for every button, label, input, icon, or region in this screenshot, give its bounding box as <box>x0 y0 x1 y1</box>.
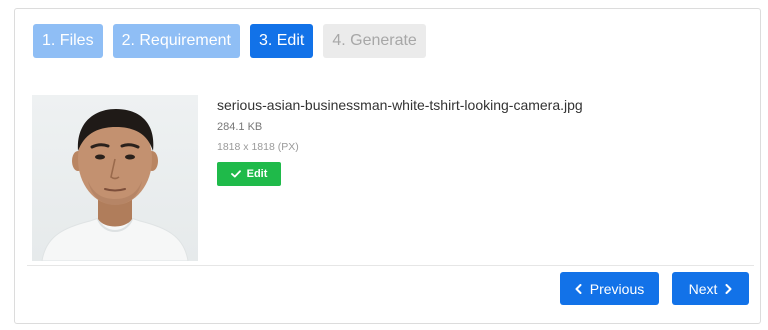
file-info: serious-asian-businessman-white-tshirt-l… <box>217 97 583 186</box>
step-requirement[interactable]: 2. Requirement <box>112 24 240 58</box>
check-icon <box>230 170 241 178</box>
step-edit[interactable]: 3. Edit <box>249 24 314 58</box>
previous-button-label: Previous <box>589 280 645 297</box>
photo-thumbnail <box>32 95 198 261</box>
step-generate: 4. Generate <box>323 24 426 58</box>
chevron-left-icon <box>575 283 582 294</box>
wizard-steps: 1. Files 2. Requirement 3. Edit 4. Gener… <box>33 24 426 58</box>
chevron-right-icon <box>725 283 732 294</box>
next-button[interactable]: Next <box>672 272 749 305</box>
previous-button[interactable]: Previous <box>560 272 659 305</box>
next-button-label: Next <box>688 280 718 297</box>
wizard-card: 1. Files 2. Requirement 3. Edit 4. Gener… <box>14 8 761 324</box>
portrait-image <box>41 109 189 261</box>
edit-button[interactable]: Edit <box>217 162 281 186</box>
file-dimensions: 1818 x 1818 (PX) <box>217 141 299 153</box>
file-name: serious-asian-businessman-white-tshirt-l… <box>217 97 583 113</box>
edit-button-label: Edit <box>246 168 268 180</box>
divider <box>27 265 754 266</box>
file-size: 284.1 KB <box>217 121 263 133</box>
step-files[interactable]: 1. Files <box>33 24 103 58</box>
